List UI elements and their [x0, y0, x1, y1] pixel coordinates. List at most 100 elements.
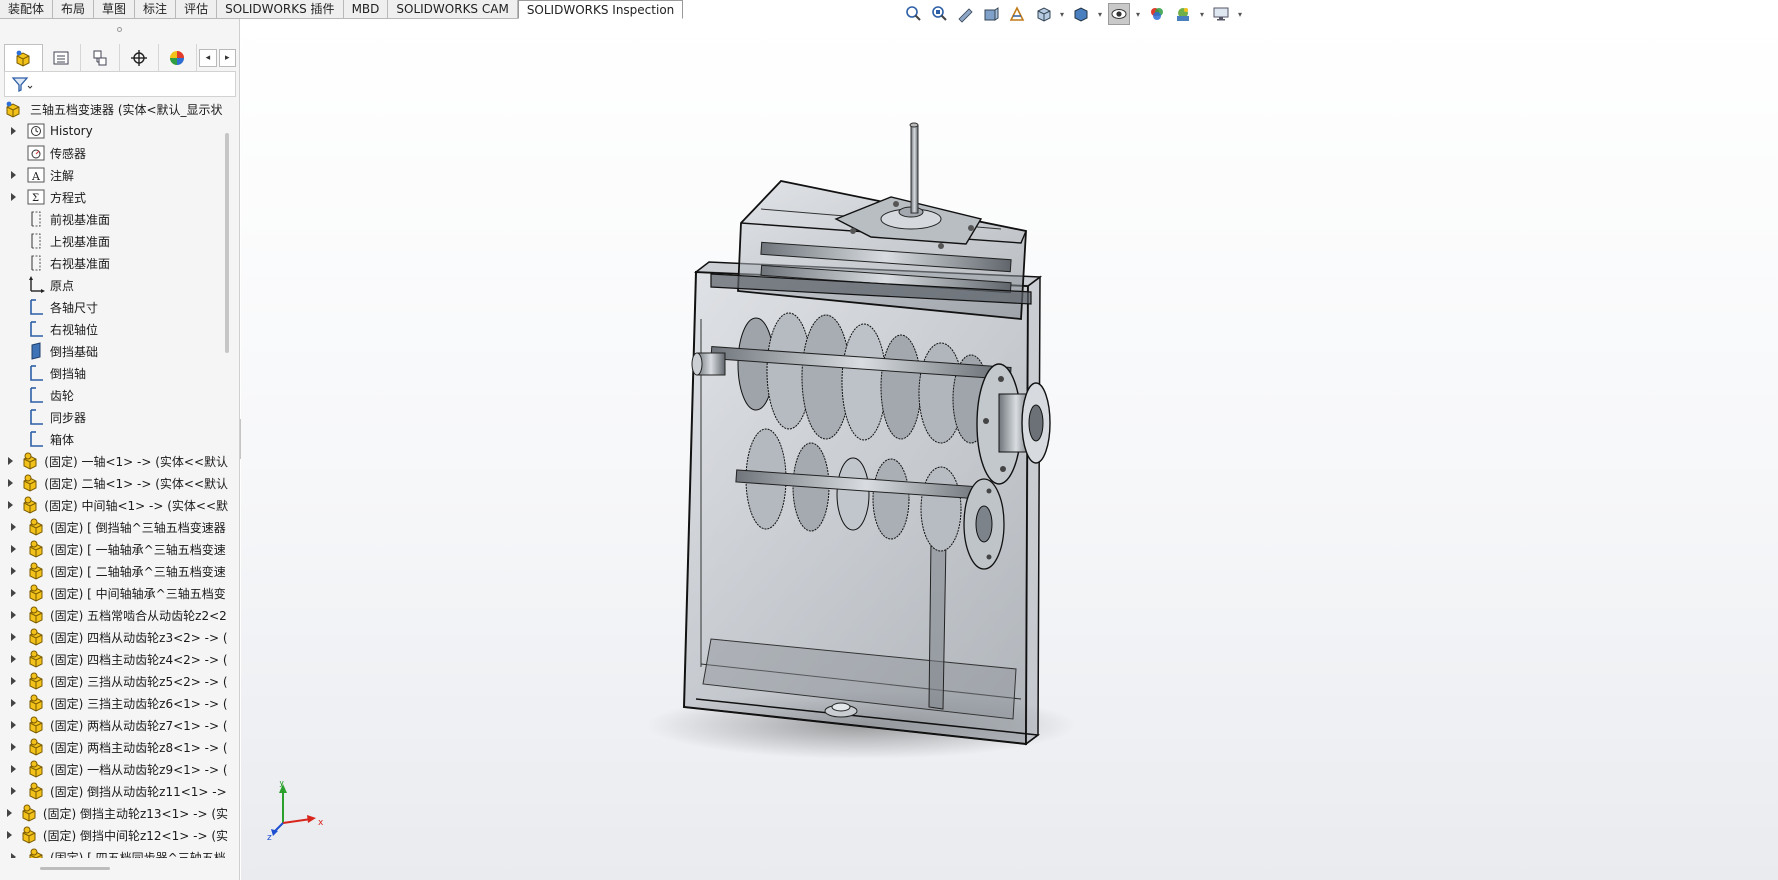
dynamic-annotation-icon[interactable] — [1006, 3, 1028, 25]
tree-item[interactable]: (固定) 一轴<1> -> (实体<<默认 — [0, 450, 228, 472]
gearbox-assembly-model[interactable] — [241, 19, 1778, 880]
expand-arrow-icon[interactable] — [0, 853, 26, 858]
property-manager-tab[interactable] — [43, 43, 82, 72]
tree-item[interactable]: 右视轴位 — [0, 318, 228, 340]
view-settings-icon[interactable] — [1210, 3, 1232, 25]
tree-item[interactable]: 各轴尺寸 — [0, 296, 228, 318]
tree-item[interactable]: 同步器 — [0, 406, 228, 428]
tree-item[interactable]: 上视基准面 — [0, 230, 228, 252]
feature-manager-panel: ◂ ▸ 三轴五档变速器 (实体<默认_显示状 History 传感器 A 注解 Σ 方程式… — [0, 19, 240, 880]
expand-arrow-icon[interactable] — [0, 633, 26, 641]
tree-item[interactable]: (固定) 四档从动齿轮z3<2> -> ( — [0, 626, 228, 648]
apply-scene-icon[interactable] — [1172, 3, 1194, 25]
tree-item[interactable]: (固定) 两档从动齿轮z7<1> -> ( — [0, 714, 228, 736]
tree-item[interactable]: (固定) 倒挡主动轮z13<1> -> (实 — [0, 802, 228, 824]
tree-item[interactable]: 传感器 — [0, 142, 228, 164]
tree-item[interactable]: 倒挡轴 — [0, 362, 228, 384]
expand-arrow-icon[interactable] — [0, 831, 19, 839]
tree-filter[interactable] — [4, 71, 236, 97]
tree-item[interactable]: A 注解 — [0, 164, 228, 186]
tree-item[interactable]: 原点 — [0, 274, 228, 296]
expand-arrow-icon[interactable] — [0, 589, 26, 597]
expand-arrow-icon[interactable] — [0, 809, 19, 817]
chevron-down-icon[interactable]: ▾ — [1134, 10, 1142, 19]
command-tab[interactable]: 标注 — [135, 0, 177, 19]
featuremanager-tab[interactable] — [4, 43, 43, 72]
dimxpert-manager-tab[interactable] — [120, 43, 159, 72]
tree-item[interactable]: 箱体 — [0, 428, 228, 450]
chevron-down-icon[interactable]: ▾ — [1198, 10, 1206, 19]
tree-item[interactable]: (固定) 二轴<1> -> (实体<<默认 — [0, 472, 228, 494]
expand-arrow-icon[interactable] — [0, 699, 26, 707]
panel-grip-icon[interactable] — [0, 19, 239, 43]
expand-arrow-icon[interactable] — [0, 171, 26, 179]
expand-arrow-icon[interactable] — [0, 765, 26, 773]
command-tab[interactable]: 布局 — [53, 0, 95, 19]
command-tab[interactable]: 装配体 — [0, 0, 54, 19]
expand-arrow-icon[interactable] — [0, 787, 26, 795]
command-tab[interactable]: SOLIDWORKS 插件 — [217, 0, 344, 19]
tree-item[interactable]: (固定) [ 四五档同步器^三轴五档 — [0, 846, 228, 858]
tree-item[interactable]: 倒挡基础 — [0, 340, 228, 362]
tab-scroll-right-icon[interactable]: ▸ — [218, 48, 237, 67]
part-icon — [26, 606, 46, 624]
edit-appearance-icon[interactable] — [1146, 3, 1168, 25]
tree-item[interactable]: 右视基准面 — [0, 252, 228, 274]
command-tab[interactable]: MBD — [343, 0, 389, 19]
expand-arrow-icon[interactable] — [0, 523, 26, 531]
tree-vertical-scrollbar[interactable] — [225, 133, 229, 353]
expand-arrow-icon[interactable] — [0, 193, 26, 201]
chevron-down-icon[interactable]: ▾ — [1096, 10, 1104, 19]
expand-arrow-icon[interactable] — [0, 457, 20, 465]
zoom-to-fit-icon[interactable] — [902, 3, 924, 25]
expand-arrow-icon[interactable] — [0, 677, 26, 685]
display-manager-tab[interactable] — [159, 43, 198, 72]
tree-item[interactable]: (固定) 倒挡中间轮z12<1> -> (实 — [0, 824, 228, 846]
tree-item[interactable]: (固定) 倒挡从动齿轮z11<1> -> — [0, 780, 228, 802]
tree-item[interactable]: 齿轮 — [0, 384, 228, 406]
expand-arrow-icon[interactable] — [0, 611, 26, 619]
expand-arrow-icon[interactable] — [0, 655, 26, 663]
tree-item[interactable]: 前视基准面 — [0, 208, 228, 230]
tab-scroll-left-icon[interactable]: ◂ — [199, 48, 217, 67]
chevron-down-icon[interactable]: ▾ — [1058, 10, 1066, 19]
tree-root-assembly[interactable]: 三轴五档变速器 (实体<默认_显示状 — [4, 98, 228, 120]
display-style-icon[interactable] — [1070, 3, 1092, 25]
command-tab[interactable]: SOLIDWORKS Inspection — [517, 0, 684, 19]
tree-item[interactable]: (固定) 中间轴<1> -> (实体<<默 — [0, 494, 228, 516]
zoom-to-area-icon[interactable] — [928, 3, 950, 25]
graphics-viewport[interactable]: y x z — [241, 19, 1778, 880]
previous-view-icon[interactable] — [954, 3, 976, 25]
tree-item[interactable]: (固定) [ 中间轴轴承^三轴五档变 — [0, 582, 228, 604]
tree-item[interactable]: (固定) 五档常啮合从动齿轮z2<2 — [0, 604, 228, 626]
expand-arrow-icon[interactable] — [0, 721, 26, 729]
tree-item[interactable]: (固定) 四档主动齿轮z4<2> -> ( — [0, 648, 228, 670]
expand-arrow-icon[interactable] — [0, 127, 26, 135]
command-tab[interactable]: 草图 — [94, 0, 136, 19]
tree-item[interactable]: (固定) [ 一轴轴承^三轴五档变速 — [0, 538, 228, 560]
expand-arrow-icon[interactable] — [0, 479, 20, 487]
section-view-icon[interactable] — [980, 3, 1002, 25]
tree-item[interactable]: Σ 方程式 — [0, 186, 228, 208]
expand-arrow-icon[interactable] — [0, 743, 26, 751]
tree-item[interactable]: (固定) 两档主动齿轮z8<1> -> ( — [0, 736, 228, 758]
expand-arrow-icon[interactable] — [0, 545, 26, 553]
tree-item[interactable]: (固定) [ 倒挡轴^三轴五档变速器 — [0, 516, 228, 538]
command-tab[interactable]: 评估 — [176, 0, 218, 19]
tree-item[interactable]: (固定) 三挡主动齿轮z6<1> -> ( — [0, 692, 228, 714]
view-orientation-icon[interactable] — [1032, 3, 1054, 25]
tree-horizontal-scrollbar[interactable] — [40, 867, 110, 870]
tree-item[interactable]: (固定) 一档从动齿轮z9<1> -> ( — [0, 758, 228, 780]
part-icon — [26, 716, 46, 734]
expand-arrow-icon[interactable] — [0, 501, 20, 509]
hide-show-items-icon[interactable] — [1108, 3, 1130, 25]
command-tab[interactable]: SOLIDWORKS CAM — [388, 0, 518, 19]
tree-item[interactable]: History — [0, 120, 228, 142]
tree-item[interactable]: (固定) 三挡从动齿轮z5<2> -> ( — [0, 670, 228, 692]
chevron-down-icon[interactable]: ▾ — [1236, 10, 1244, 19]
expand-arrow-icon[interactable] — [0, 567, 26, 575]
configuration-manager-tab[interactable] — [81, 43, 120, 72]
triad-z-label: z — [267, 833, 272, 841]
tree-item-label: 右视基准面 — [50, 256, 111, 271]
tree-item[interactable]: (固定) [ 二轴轴承^三轴五档变速 — [0, 560, 228, 582]
